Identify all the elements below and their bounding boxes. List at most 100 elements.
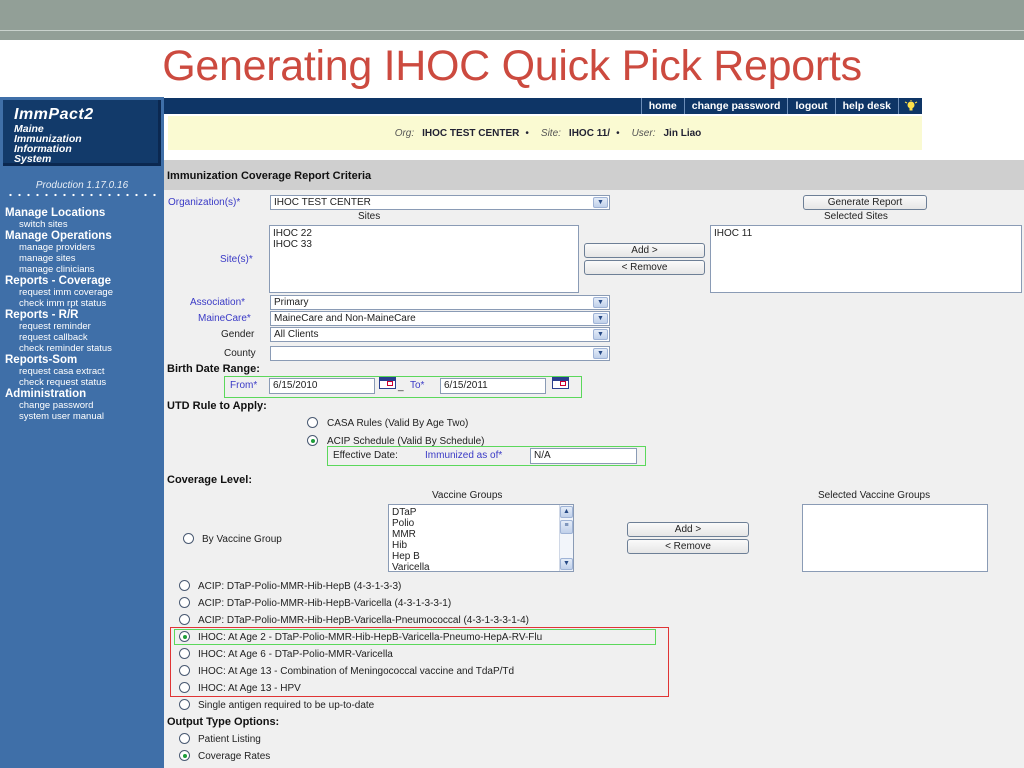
nav-link-logout[interactable]: logout [787, 98, 834, 114]
coverage-option-radio[interactable] [179, 597, 190, 608]
patient-listing-label: Patient Listing [198, 734, 261, 745]
chevron-down-icon[interactable]: ▼ [593, 197, 608, 208]
separator: • [616, 127, 620, 139]
nav-item-manage-clinicians[interactable]: manage clinicians [5, 264, 163, 275]
coverage-option-radio[interactable] [179, 665, 190, 676]
nav-item-request-callback[interactable]: request callback [5, 332, 163, 343]
association-value: Primary [274, 297, 309, 308]
coverage-option-label: ACIP: DTaP-Polio-MMR-Hib-HepB (4-3-1-3-3… [198, 581, 402, 592]
remove-site-button[interactable]: < Remove [584, 260, 705, 275]
list-item[interactable]: Varicella [392, 562, 557, 573]
slide-header-band [0, 0, 1024, 30]
coverage-option-radio[interactable] [179, 648, 190, 659]
immunized-as-of-input[interactable]: N/A [530, 448, 637, 464]
add-vaccine-group-button[interactable]: Add > [627, 522, 749, 537]
nav-item-manage-sites[interactable]: manage sites [5, 253, 163, 264]
nav-item-check-imm-rpt-status[interactable]: check imm rpt status [5, 298, 163, 309]
coverage-option-radio[interactable] [179, 614, 190, 625]
sites-label: Site(s)* [220, 254, 253, 265]
remove-vaccine-group-button[interactable]: < Remove [627, 539, 749, 554]
from-date-label: From* [230, 380, 258, 391]
gender-label: Gender [221, 329, 255, 340]
association-select[interactable]: Primary ▼ [270, 295, 610, 310]
org-value: IHOC TEST CENTER [422, 127, 520, 139]
county-label: County [224, 348, 256, 359]
nav-item-request-imm-coverage[interactable]: request imm coverage [5, 287, 163, 298]
nav-item-manage-providers[interactable]: manage providers [5, 242, 163, 253]
list-item[interactable]: IHOC 22 [273, 228, 575, 239]
separator: • [525, 127, 529, 139]
casa-rules-radio[interactable] [307, 417, 318, 428]
acip-schedule-radio[interactable] [307, 435, 318, 446]
county-select[interactable]: ▼ [270, 346, 610, 361]
selected-vaccine-groups-list[interactable] [802, 504, 988, 572]
nav-item-switch-sites[interactable]: switch sites [5, 219, 163, 230]
list-item[interactable]: DTaP [392, 507, 557, 518]
nav-group-administration: Administration [5, 388, 87, 400]
coverage-option-radio[interactable] [179, 631, 190, 642]
selected-sites-title: Selected Sites [824, 211, 888, 222]
to-date-input[interactable]: 6/15/2011 [440, 378, 546, 394]
chevron-down-icon[interactable]: ▼ [593, 348, 608, 359]
coverage-option-label: IHOC: At Age 2 - DTaP-Polio-MMR-Hib-HepB… [198, 632, 543, 643]
coverage-rates-radio[interactable] [179, 750, 190, 761]
gender-select[interactable]: All Clients ▼ [270, 327, 610, 342]
coverage-option-label: ACIP: DTaP-Polio-MMR-Hib-HepB-Varicella … [198, 598, 452, 609]
from-date-input[interactable]: 6/15/2010 [269, 378, 375, 394]
nav-link-change-password[interactable]: change password [683, 98, 788, 114]
calendar-icon[interactable] [379, 377, 396, 389]
coverage-option-radio[interactable] [179, 699, 190, 710]
list-item[interactable]: Polio [392, 518, 557, 529]
sidebar: ImmPact2 Maine Immunization Information … [0, 97, 164, 768]
slide-header-stripe [0, 30, 1024, 40]
site-value: IHOC 11/ [568, 127, 611, 139]
slide-title: Generating IHOC Quick Pick Reports [162, 42, 862, 90]
nav-item-request-casa-extract[interactable]: request casa extract [5, 366, 163, 377]
list-item[interactable]: IHOC 33 [273, 239, 575, 250]
list-item[interactable]: IHOC 11 [714, 228, 1018, 239]
scroll-up-icon[interactable]: ▲ [560, 506, 573, 518]
gender-value: All Clients [274, 329, 319, 340]
generate-report-button[interactable]: Generate Report [803, 195, 927, 210]
effective-date-label: Effective Date: [333, 450, 398, 461]
selected-sites-list[interactable]: IHOC 11 [710, 225, 1022, 293]
nav-link-help-desk[interactable]: help desk [834, 98, 898, 114]
casa-rules-label: CASA Rules (Valid By Age Two) [327, 418, 469, 429]
patient-listing-radio[interactable] [179, 733, 190, 744]
nav-group-manage-operations: Manage Operations [5, 230, 112, 242]
available-sites-list[interactable]: IHOC 22 IHOC 33 [269, 225, 579, 293]
calendar-icon[interactable] [552, 377, 569, 389]
coverage-option-label: ACIP: DTaP-Polio-MMR-Hib-HepB-Varicella-… [198, 615, 530, 626]
nav-item-change-password[interactable]: change password [5, 400, 163, 411]
add-site-button[interactable]: Add > [584, 243, 705, 258]
vaccine-groups-title: Vaccine Groups [432, 490, 503, 501]
nav-item-system-user-manual[interactable]: system user manual [5, 411, 163, 422]
app-logo[interactable]: ImmPact2 Maine Immunization Information … [3, 100, 161, 166]
form-header: Immunization Coverage Report Criteria [164, 160, 1024, 190]
nav-group-manage-locations: Manage Locations [5, 207, 106, 219]
list-item[interactable]: Hib [392, 540, 557, 551]
user-value: Jin Liao [663, 127, 702, 139]
nav-item-check-reminder-status[interactable]: check reminder status [5, 343, 163, 354]
chevron-down-icon[interactable]: ▼ [593, 313, 608, 324]
nav-item-check-request-status[interactable]: check request status [5, 377, 163, 388]
nav-link-home[interactable]: home [640, 98, 684, 114]
utd-rule-title: UTD Rule to Apply: [167, 400, 267, 412]
list-item[interactable]: MMR [392, 529, 557, 540]
organization-select[interactable]: IHOC TEST CENTER ▼ [270, 195, 610, 210]
chevron-down-icon[interactable]: ▼ [593, 297, 608, 308]
mainecare-select[interactable]: MaineCare and Non-MaineCare ▼ [270, 311, 610, 326]
nav-item-request-reminder[interactable]: request reminder [5, 321, 163, 332]
vaccine-list-scrollbar[interactable]: ▲ ≡ ▼ [559, 505, 573, 571]
lightbulb-icon[interactable] [898, 98, 922, 114]
chevron-down-icon[interactable]: ▼ [593, 329, 608, 340]
by-vaccine-group-radio[interactable] [183, 533, 194, 544]
version-label: Production 1.17.0.16 [35, 180, 129, 191]
scroll-down-icon[interactable]: ▼ [560, 558, 573, 570]
output-type-title: Output Type Options: [167, 716, 280, 728]
scroll-thumb[interactable]: ≡ [560, 520, 573, 534]
coverage-option-radio[interactable] [179, 580, 190, 591]
list-item[interactable]: Hep B [392, 551, 557, 562]
coverage-option-radio[interactable] [179, 682, 190, 693]
vaccine-groups-list[interactable]: DTaP Polio MMR Hib Hep B Varicella ▲ ≡ ▼ [388, 504, 574, 573]
